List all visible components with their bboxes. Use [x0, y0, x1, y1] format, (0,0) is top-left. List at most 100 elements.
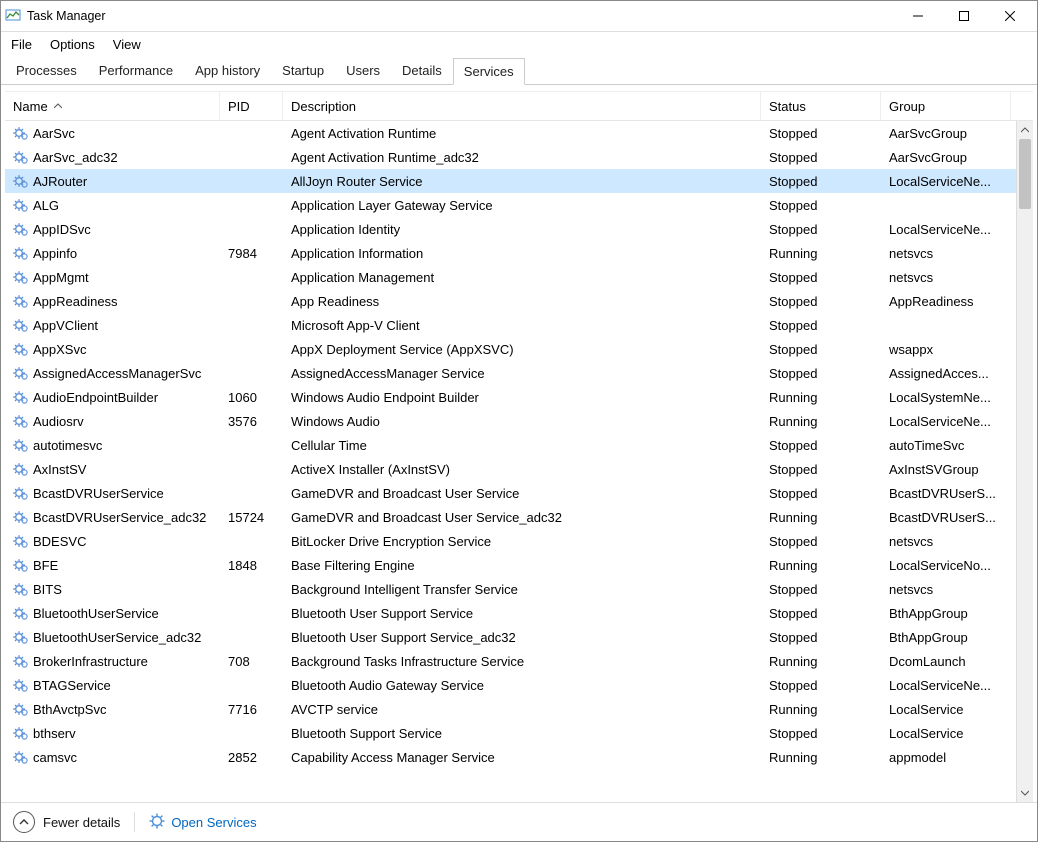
cell-name: AarSvc	[5, 125, 220, 141]
table-row[interactable]: AJRouterAllJoyn Router ServiceStoppedLoc…	[5, 169, 1017, 193]
menu-view[interactable]: View	[113, 37, 141, 52]
table-row[interactable]: Audiosrv3576Windows AudioRunningLocalSer…	[5, 409, 1017, 433]
table-row[interactable]: BFE1848Base Filtering EngineRunningLocal…	[5, 553, 1017, 577]
tab-details[interactable]: Details	[391, 57, 453, 84]
table-row[interactable]: bthservBluetooth Support ServiceStoppedL…	[5, 721, 1017, 745]
service-icon	[13, 725, 29, 741]
cell-pid: 1060	[220, 390, 283, 405]
service-icon	[13, 269, 29, 285]
cell-status: Running	[761, 246, 881, 261]
column-header-pid[interactable]: PID	[220, 92, 283, 120]
table-row[interactable]: AppReadinessApp ReadinessStoppedAppReadi…	[5, 289, 1017, 313]
table-row[interactable]: BDESVCBitLocker Drive Encryption Service…	[5, 529, 1017, 553]
service-name: BDESVC	[33, 534, 86, 549]
service-icon	[13, 653, 29, 669]
cell-description: Background Intelligent Transfer Service	[283, 582, 761, 597]
tab-startup[interactable]: Startup	[271, 57, 335, 84]
cell-name: BcastDVRUserService	[5, 485, 220, 501]
footer-bar: Fewer details Open Services	[1, 802, 1037, 841]
tab-performance[interactable]: Performance	[88, 57, 184, 84]
scroll-down-arrow[interactable]	[1017, 784, 1033, 802]
table-row[interactable]: BthAvctpSvc7716AVCTP serviceRunningLocal…	[5, 697, 1017, 721]
table-row[interactable]: autotimesvcCellular TimeStoppedautoTimeS…	[5, 433, 1017, 457]
tab-processes[interactable]: Processes	[5, 57, 88, 84]
scroll-up-arrow[interactable]	[1017, 121, 1033, 139]
column-header-name[interactable]: Name	[5, 92, 220, 120]
service-icon	[13, 701, 29, 717]
cell-description: Bluetooth Audio Gateway Service	[283, 678, 761, 693]
maximize-button[interactable]	[941, 1, 987, 31]
menu-file[interactable]: File	[11, 37, 32, 52]
cell-name: AppMgmt	[5, 269, 220, 285]
service-name: bthserv	[33, 726, 76, 741]
cell-description: AppX Deployment Service (AppXSVC)	[283, 342, 761, 357]
cell-status: Running	[761, 390, 881, 405]
sort-indicator-icon	[54, 103, 62, 109]
table-row[interactable]: AarSvc_adc32Agent Activation Runtime_adc…	[5, 145, 1017, 169]
table-row[interactable]: BluetoothUserServiceBluetooth User Suppo…	[5, 601, 1017, 625]
service-name: BcastDVRUserService	[33, 486, 164, 501]
service-icon	[13, 581, 29, 597]
close-button[interactable]	[987, 1, 1033, 31]
table-row[interactable]: AppVClientMicrosoft App-V ClientStopped	[5, 313, 1017, 337]
table-row[interactable]: AssignedAccessManagerSvcAssignedAccessMa…	[5, 361, 1017, 385]
scroll-track[interactable]	[1017, 139, 1033, 784]
table-row[interactable]: BluetoothUserService_adc32Bluetooth User…	[5, 625, 1017, 649]
column-header-group[interactable]: Group	[881, 92, 1011, 120]
open-services-link[interactable]: Open Services	[149, 813, 256, 832]
table-body[interactable]: AarSvcAgent Activation RuntimeStoppedAar…	[5, 121, 1017, 802]
cell-group: AssignedAcces...	[881, 366, 1011, 381]
table-row[interactable]: BcastDVRUserService_adc3215724GameDVR an…	[5, 505, 1017, 529]
table-header: NamePIDDescriptionStatusGroup	[5, 92, 1033, 121]
column-header-description[interactable]: Description	[283, 92, 761, 120]
column-header-status[interactable]: Status	[761, 92, 881, 120]
table-row[interactable]: Appinfo7984Application InformationRunnin…	[5, 241, 1017, 265]
vertical-scrollbar[interactable]	[1016, 121, 1033, 802]
cell-status: Stopped	[761, 606, 881, 621]
table-row[interactable]: BcastDVRUserServiceGameDVR and Broadcast…	[5, 481, 1017, 505]
scroll-thumb[interactable]	[1019, 139, 1031, 209]
table-row[interactable]: BITS Background Intelligent Transfer Serv…	[5, 577, 1017, 601]
table-row[interactable]: AppMgmtApplication ManagementStoppednets…	[5, 265, 1017, 289]
minimize-button[interactable]	[895, 1, 941, 31]
cell-description: Background Tasks Infrastructure Service	[283, 654, 761, 669]
window-controls	[895, 1, 1033, 31]
table-row[interactable]: AppXSvc AppX Deployment Service (AppXSVC)…	[5, 337, 1017, 361]
service-icon	[13, 413, 29, 429]
service-icon	[13, 461, 29, 477]
table-row[interactable]: camsvc2852Capability Access Manager Serv…	[5, 745, 1017, 769]
cell-name: AppReadiness	[5, 293, 220, 309]
fewer-details-button[interactable]: Fewer details	[13, 811, 120, 833]
service-name: BluetoothUserService_adc32	[33, 630, 201, 645]
table-row[interactable]: BTAGServiceBluetooth Audio Gateway Servi…	[5, 673, 1017, 697]
menu-options[interactable]: Options	[50, 37, 95, 52]
table-row[interactable]: AarSvcAgent Activation RuntimeStoppedAar…	[5, 121, 1017, 145]
titlebar[interactable]: Task Manager	[1, 1, 1037, 32]
cell-name: autotimesvc	[5, 437, 220, 453]
tab-app-history[interactable]: App history	[184, 57, 271, 84]
table-row[interactable]: ALGApplication Layer Gateway ServiceStop…	[5, 193, 1017, 217]
service-icon	[13, 605, 29, 621]
cell-pid: 3576	[220, 414, 283, 429]
service-name: AssignedAccessManagerSvc	[33, 366, 201, 381]
cell-description: Bluetooth User Support Service	[283, 606, 761, 621]
service-name: Appinfo	[33, 246, 77, 261]
service-icon	[13, 365, 29, 381]
cell-status: Stopped	[761, 486, 881, 501]
cell-status: Running	[761, 414, 881, 429]
service-name: AppXSvc	[33, 342, 86, 357]
cell-name: AxInstSV	[5, 461, 220, 477]
cell-description: Base Filtering Engine	[283, 558, 761, 573]
service-name: BITS	[33, 582, 62, 597]
cell-name: AJRouter	[5, 173, 220, 189]
cell-group: AppReadiness	[881, 294, 1011, 309]
table-row[interactable]: AudioEndpointBuilder1060Windows Audio En…	[5, 385, 1017, 409]
tab-services[interactable]: Services	[453, 58, 525, 85]
cell-status: Stopped	[761, 678, 881, 693]
table-row[interactable]: AppIDSvcApplication IdentityStoppedLocal…	[5, 217, 1017, 241]
table-row[interactable]: BrokerInfrastructure708Background Tasks …	[5, 649, 1017, 673]
tab-users[interactable]: Users	[335, 57, 391, 84]
cell-group: AxInstSVGroup	[881, 462, 1011, 477]
cell-pid: 7716	[220, 702, 283, 717]
table-row[interactable]: AxInstSVActiveX Installer (AxInstSV)Stop…	[5, 457, 1017, 481]
